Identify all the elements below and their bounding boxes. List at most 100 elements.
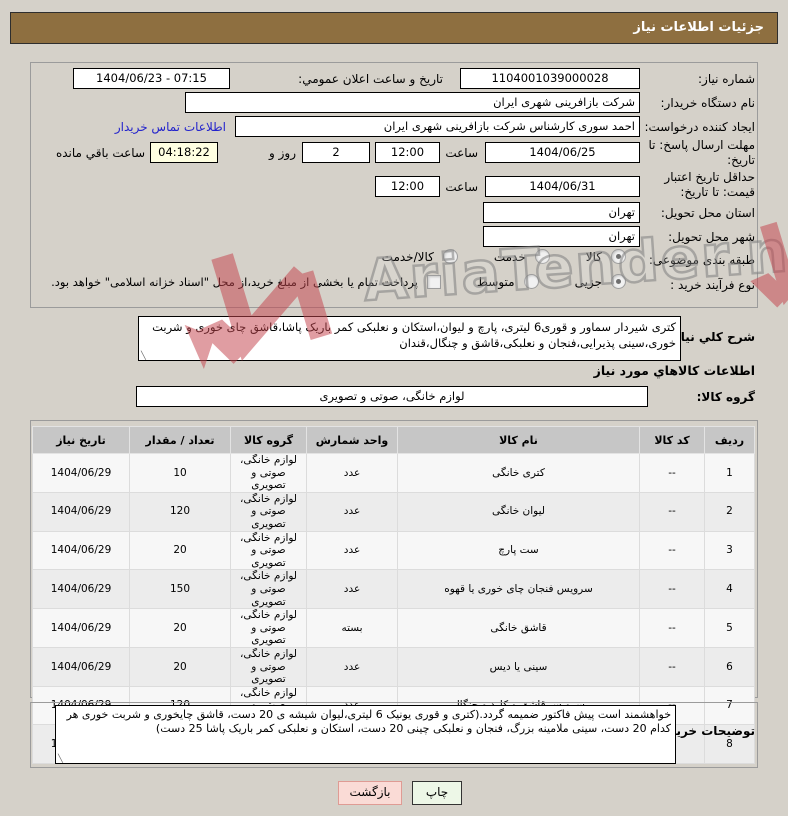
option-khedmat-label: خدمت xyxy=(493,249,526,264)
cell-qty: 20 xyxy=(129,530,231,571)
cell-name: سرویس فنجان چای خوری یا قهوه xyxy=(397,569,640,610)
cell-group: لوازم خانگی، صوتی و تصویری xyxy=(230,569,307,610)
cell-code: -- xyxy=(639,453,705,493)
cell-row: 6 xyxy=(704,646,755,687)
cell-code: -- xyxy=(639,530,705,571)
process-type-options: جزیی متوسط پرداخت تمام یا بخشی از مبلغ خ… xyxy=(51,274,626,289)
cell-group: لوازم خانگی، صوتی و تصویری xyxy=(230,491,307,532)
cell-name: لیوان خانگی xyxy=(397,491,640,532)
buyer-org-label: نام دستگاه خریدار: xyxy=(660,96,756,110)
subject-class-label: طبقه بندی موضوعی: xyxy=(648,253,755,267)
item-group-field[interactable]: لوازم خانگی، صوتی و تصویری xyxy=(136,386,648,407)
radio-kala[interactable] xyxy=(611,249,626,264)
cell-date: 1404/06/29 xyxy=(32,569,130,610)
cell-code: -- xyxy=(639,491,705,532)
column-header: گروه کالا xyxy=(230,426,307,454)
column-header: واحد شمارش xyxy=(306,426,398,454)
subject-class-options: کالا خدمت کالا/خدمت xyxy=(356,249,626,264)
cell-unit: عدد xyxy=(306,453,398,493)
page: { "page": { "title": "جزئیات اطلاعات نیا… xyxy=(0,0,788,816)
table-row: 2 -- لیوان خانگی عدد لوازم خانگی، صوتی و تصو… xyxy=(32,491,755,532)
cell-qty: 120 xyxy=(129,491,231,532)
option-motevaset-label: متوسط xyxy=(476,274,515,289)
cell-row: 4 xyxy=(704,569,755,610)
price-validity-time-field[interactable]: 12:00 xyxy=(375,176,440,197)
option-kala-khedmat-label: کالا/خدمت xyxy=(381,249,434,264)
cell-qty: 20 xyxy=(129,646,231,687)
cell-name: کتری خانگی xyxy=(397,453,640,493)
cell-code: -- xyxy=(639,608,705,648)
cell-unit: عدد xyxy=(306,491,398,532)
radio-motevaset[interactable] xyxy=(523,274,539,289)
column-header: کد کالا xyxy=(639,426,705,454)
price-validity-label: حداقل تاریخ اعتبار قیمت: تا تاریخ: xyxy=(664,170,755,199)
buyer-org-field[interactable]: شرکت بازافرینی شهری ایران xyxy=(185,92,640,113)
cell-name: سینی یا دیس xyxy=(397,646,640,687)
treasury-checkbox-label: پرداخت تمام یا بخشی از مبلغ خرید،از محل … xyxy=(51,274,418,289)
cell-unit: بسته xyxy=(306,608,398,648)
province-field[interactable]: تهران xyxy=(483,202,640,223)
table-header-row: ردیف کد کالا نام کالا واحد شمارش گروه کالا تع… xyxy=(32,426,755,454)
radio-kala-khedmat[interactable] xyxy=(442,249,458,264)
option-kala-khedmat: کالا/خدمت xyxy=(382,249,458,264)
cell-qty: 10 xyxy=(129,453,231,493)
cell-row: 3 xyxy=(704,530,755,571)
cell-date: 1404/06/29 xyxy=(32,646,130,687)
province-label: استان محل تحویل: xyxy=(660,206,755,220)
reply-deadline-days-field[interactable]: 2 xyxy=(302,142,370,163)
option-jozii-label: جزیی xyxy=(574,274,602,289)
print-button[interactable]: چاپ xyxy=(412,781,462,805)
city-label: شهر محل تحویل: xyxy=(668,230,755,244)
cell-unit: عدد xyxy=(306,569,398,610)
reply-deadline-time-field[interactable]: 12:00 xyxy=(375,142,440,163)
back-button[interactable]: بازگشت xyxy=(338,781,402,805)
treasury-payment-option: پرداخت تمام یا بخشی از مبلغ خرید،از محل … xyxy=(51,274,441,289)
column-header: تاریخ نیاز xyxy=(32,426,130,454)
cell-qty: 20 xyxy=(129,608,231,648)
need-number-field[interactable]: 1104001039000028 xyxy=(460,68,640,89)
city-field[interactable]: تهران xyxy=(483,226,640,247)
cell-group: لوازم خانگی، صوتی و تصویری xyxy=(230,530,307,571)
table-row: 5 -- قاشق خانگی بسته لوازم خانگی، صوتی و تصو… xyxy=(32,608,755,648)
announce-field[interactable]: 1404/06/23 - 07:15 xyxy=(73,68,230,89)
table-row: 1 -- کتری خانگی عدد لوازم خانگی، صوتی و تصوی… xyxy=(32,453,755,493)
cell-name: قاشق خانگی xyxy=(397,608,640,648)
cell-unit: عدد xyxy=(306,530,398,571)
option-jozii: جزیی xyxy=(575,274,626,289)
cell-group: لوازم خانگی، صوتی و تصویری xyxy=(230,646,307,687)
table-row: 3 -- ست پارچ عدد لوازم خانگی، صوتی و تصویری 2… xyxy=(32,530,755,571)
resize-handle-icon[interactable]: ╲ xyxy=(141,352,146,360)
days-and-label: روز و xyxy=(269,146,296,160)
items-section-title: اطلاعات کالاهاي مورد نیاز xyxy=(593,363,755,378)
radio-khedmat[interactable] xyxy=(534,249,550,264)
reply-deadline-label: مهلت ارسال پاسخ: تا تاریخ: xyxy=(648,138,755,167)
radio-jozii[interactable] xyxy=(611,274,626,289)
option-motevaset: متوسط xyxy=(477,274,539,289)
need-number-label: شماره نیاز: xyxy=(698,72,755,86)
need-description-textarea[interactable]: کتری شیردار سماور و قوری6 لیتری، پارچ و … xyxy=(138,316,681,361)
price-validity-hour-label: ساعت xyxy=(445,180,478,194)
table-row: 4 -- سرویس فنجان چای خوری یا قهوه عدد لوازم … xyxy=(32,569,755,610)
cell-date: 1404/06/29 xyxy=(32,530,130,571)
cell-unit: عدد xyxy=(306,646,398,687)
creator-label: ایجاد کننده درخواست: xyxy=(644,120,755,134)
cell-row: 2 xyxy=(704,491,755,532)
cell-group: لوازم خانگی، صوتی و تصویری xyxy=(230,608,307,648)
cell-qty: 150 xyxy=(129,569,231,610)
resize-handle-icon[interactable]: ╲ xyxy=(58,755,63,763)
process-type-label: نوع فرآیند خرید : xyxy=(670,278,755,292)
buyer-notes-textarea[interactable]: خواهشمند است پیش فاکتور ضمیمه گردد.(کتری… xyxy=(55,705,676,764)
page-title: جزئیات اطلاعات نیاز xyxy=(10,12,778,44)
reply-deadline-date-field[interactable]: 1404/06/25 xyxy=(485,142,640,163)
buyer-contact-link[interactable]: اطلاعات تماس خریدار xyxy=(115,120,226,134)
cell-code: -- xyxy=(639,569,705,610)
cell-code: -- xyxy=(639,646,705,687)
cell-date: 1404/06/29 xyxy=(32,491,130,532)
need-description-text: کتری شیردار سماور و قوری6 لیتری، پارچ و … xyxy=(152,320,676,351)
creator-field[interactable]: احمد سوری کارشناس شرکت بازافرینی شهری ای… xyxy=(235,116,640,137)
buyer-notes-text: خواهشمند است پیش فاکتور ضمیمه گردد.(کتری… xyxy=(66,708,671,736)
treasury-checkbox[interactable] xyxy=(426,274,441,289)
time-remaining-field[interactable]: 04:18:22 xyxy=(150,142,218,163)
cell-date: 1404/06/29 xyxy=(32,608,130,648)
price-validity-date-field[interactable]: 1404/06/31 xyxy=(485,176,640,197)
